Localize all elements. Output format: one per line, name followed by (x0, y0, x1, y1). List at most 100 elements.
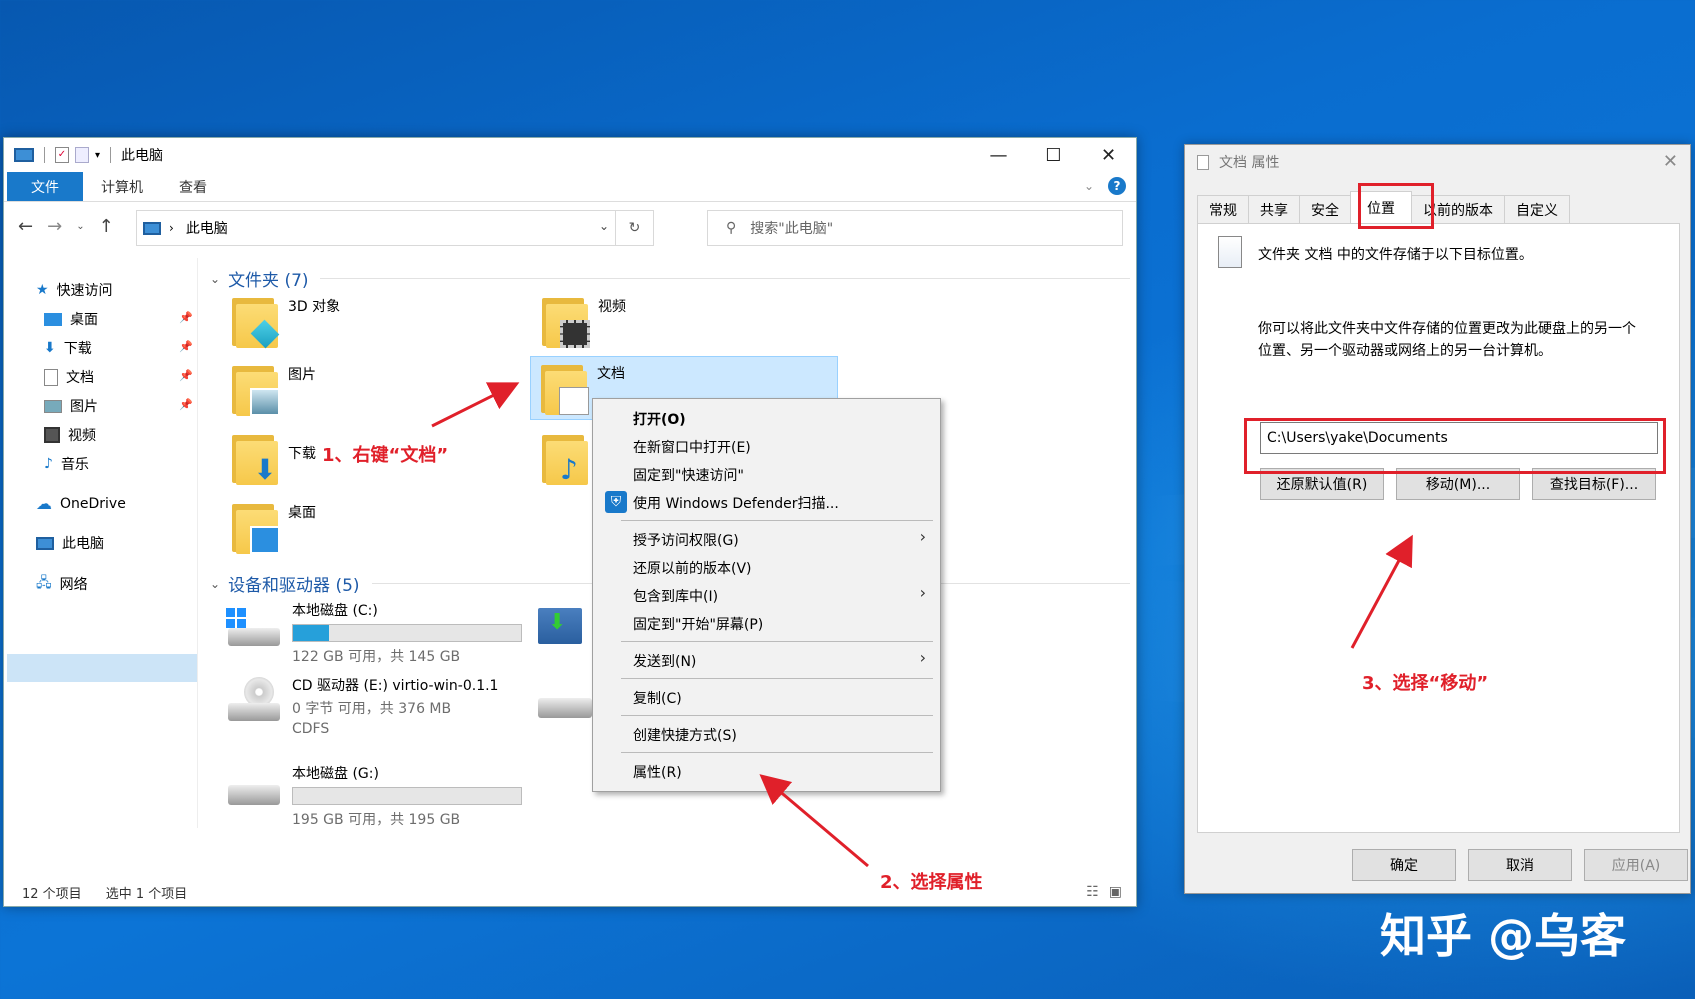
folder-desktop[interactable]: 桌面 (232, 502, 316, 554)
drive-name: CD 驱动器 (E:) virtio-win-0.1.1 (292, 678, 499, 694)
status-bar: 12 个项目 选中 1 个项目 (22, 883, 187, 902)
sidebar-item-quick-access[interactable]: ★ 快速访问 (36, 280, 113, 300)
sidebar-item-downloads[interactable]: ⬇ 下载 (44, 338, 92, 358)
folder-pictures[interactable]: 图片 (232, 364, 316, 416)
sidebar-item-videos[interactable]: 视频 (44, 425, 96, 445)
network-icon: 🖧 (36, 575, 52, 591)
refresh-icon[interactable]: ↻ (615, 211, 653, 245)
menu-item-copy[interactable]: 复制(C) (633, 688, 682, 708)
sidebar-item-pictures[interactable]: 图片 (44, 396, 98, 416)
picture-icon (44, 399, 62, 413)
computer-icon (143, 221, 161, 235)
ribbon: 文件 计算机 查看 ⌄ ? (4, 172, 1136, 202)
folders-group-header[interactable]: ⌄ 文件夹 (7) (210, 266, 309, 291)
group-title: 设备和驱动器 (5) (228, 576, 360, 596)
folder-3d-objects[interactable]: 3D 对象 (232, 296, 340, 349)
download-icon: ⬇ (44, 340, 56, 356)
sidebar-item-onedrive[interactable]: ☁ OneDrive (36, 494, 126, 513)
menu-item-include-library[interactable]: 包含到库中(I) (633, 586, 718, 606)
new-folder-icon[interactable] (75, 147, 89, 163)
sidebar-item-desktop[interactable]: 桌面 (44, 309, 98, 329)
ribbon-tab-file[interactable]: 文件 (7, 172, 83, 201)
menu-item-defender-scan[interactable]: 使用 Windows Defender扫描... (633, 493, 839, 513)
large-icons-view-icon[interactable]: ▣ (1109, 884, 1122, 900)
windows-drive-icon (224, 600, 282, 652)
minimize-button[interactable]: — (971, 138, 1026, 172)
drive-usage-bar (292, 624, 522, 642)
menu-item-properties[interactable]: 属性(R) (633, 762, 682, 782)
folder-downloads[interactable]: ⬇ 下载 (232, 433, 316, 485)
sidebar-item-label: 文档 (66, 370, 94, 386)
folder-videos[interactable]: 视频 (542, 296, 626, 348)
drive-free-space: 122 GB 可用，共 145 GB (292, 649, 461, 665)
details-view-icon[interactable]: ☷ (1086, 884, 1099, 900)
menu-item-restore-versions[interactable]: 还原以前的版本(V) (633, 558, 752, 578)
ribbon-tab-view[interactable]: 查看 (161, 172, 225, 201)
drive-c[interactable]: 本地磁盘 (C:) 122 GB 可用，共 145 GB (224, 600, 522, 666)
menu-item-open[interactable]: 打开(O) (633, 409, 686, 429)
drive-g[interactable]: 本地磁盘 (G:) 195 GB 可用，共 195 GB (224, 763, 522, 829)
address-bar[interactable]: › 此电脑 ⌄ ↻ (136, 210, 654, 246)
cd-drive-icon (224, 675, 282, 727)
sidebar-item-documents[interactable]: 文档 (44, 367, 94, 387)
menu-item-create-shortcut[interactable]: 创建快捷方式(S) (633, 725, 737, 745)
drive-usage-bar (292, 787, 522, 805)
folder-icon: ⬇ (232, 433, 280, 485)
ribbon-tab-computer[interactable]: 计算机 (83, 172, 161, 201)
drive-icon-partial[interactable]: ⬇ (538, 608, 582, 644)
navigation-pane: ★ 快速访问 桌面 📌 ⬇ 下载 📌 文档 📌 图片 📌 视频 ♪ 音乐 ☁ OneDr… (4, 258, 198, 828)
menu-separator (621, 715, 933, 716)
recent-locations-icon[interactable]: ⌄ (76, 221, 84, 232)
item-count: 12 个项目 (22, 887, 82, 902)
chevron-down-icon[interactable]: ⌄ (599, 219, 609, 233)
highlight-path-field (1244, 418, 1666, 474)
search-input[interactable]: ⚲ 搜索"此电脑" (707, 210, 1123, 246)
submenu-arrow-icon: › (919, 527, 926, 546)
folder-music[interactable]: ♪ (542, 433, 590, 485)
chevron-right-icon: › (169, 221, 174, 235)
sidebar-item-music[interactable]: ♪ 音乐 (44, 454, 89, 474)
menu-item-give-access[interactable]: 授予访问权限(G) (633, 530, 739, 550)
maximize-button[interactable]: ☐ (1026, 138, 1081, 172)
tab-general[interactable]: 常规 (1197, 195, 1249, 223)
folder-icon (542, 296, 590, 348)
sidebar-item-this-pc[interactable]: 此电脑 (36, 533, 104, 553)
drive-icon-partial[interactable] (538, 698, 592, 718)
menu-item-open-new-window[interactable]: 在新窗口中打开(E) (633, 437, 751, 457)
sidebar-item-label: 快速访问 (56, 283, 113, 299)
up-arrow-icon[interactable]: ↑ (99, 216, 114, 237)
drive-filesystem: CDFS (292, 721, 330, 737)
forward-arrow-icon[interactable]: → (47, 216, 62, 237)
sidebar-item-network[interactable]: 🖧 网络 (36, 572, 88, 596)
tab-security[interactable]: 安全 (1299, 195, 1351, 223)
context-menu: 打开(O) 在新窗口中打开(E) 固定到"快速访问" ⛨ 使用 Windows … (592, 398, 941, 792)
devices-group-header[interactable]: ⌄ 设备和驱动器 (5) (210, 571, 360, 596)
document-icon (1218, 236, 1242, 268)
folder-label: 桌面 (288, 505, 316, 521)
annotation-step2: 2、选择属性 (880, 872, 983, 893)
pin-icon: 📌 (179, 398, 193, 411)
ok-button[interactable]: 确定 (1352, 849, 1456, 881)
tab-sharing[interactable]: 共享 (1248, 195, 1300, 223)
help-icon[interactable]: ? (1108, 177, 1126, 195)
menu-item-pin-start[interactable]: 固定到"开始"屏幕(P) (633, 614, 763, 634)
menu-item-send-to[interactable]: 发送到(N) (633, 651, 696, 671)
selection-highlight (7, 654, 197, 682)
close-button[interactable]: ✕ (1081, 138, 1136, 172)
expand-ribbon-icon[interactable]: ⌄ (1084, 179, 1094, 193)
tab-customize[interactable]: 自定义 (1504, 195, 1570, 223)
close-icon[interactable]: ✕ (1663, 151, 1678, 172)
location-help-text-line2: 位置、另一个驱动器或网络上的另一台计算机。 (1258, 343, 1552, 359)
cancel-button[interactable]: 取消 (1468, 849, 1572, 881)
cloud-icon: ☁ (36, 494, 52, 513)
menu-item-pin-quick-access[interactable]: 固定到"快速访问" (633, 465, 744, 485)
back-arrow-icon[interactable]: ← (18, 216, 33, 237)
folder-icon (232, 296, 280, 349)
menu-separator (621, 752, 933, 753)
annotation-step3: 3、选择“移动” (1362, 673, 1489, 694)
document-icon (1197, 154, 1209, 170)
properties-icon[interactable]: ✓ (55, 147, 69, 163)
drive-e[interactable]: CD 驱动器 (E:) virtio-win-0.1.1 0 字节 可用，共 3… (224, 675, 498, 737)
apply-button[interactable]: 应用(A) (1584, 849, 1688, 881)
customize-toolbar-icon[interactable]: ▾ (95, 150, 100, 161)
